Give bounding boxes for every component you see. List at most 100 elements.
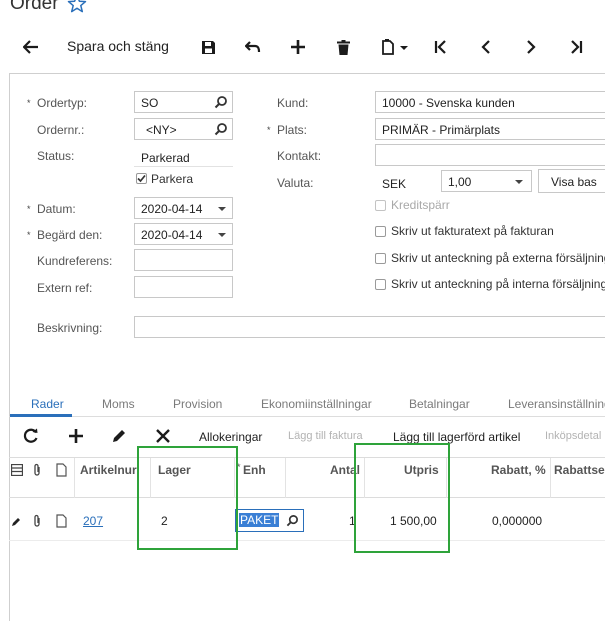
rabatt-cell[interactable]: 0,000000 [492,514,542,528]
grid-col-divider [550,458,551,498]
enh-selected-text: PAKET [239,513,280,527]
tab-provision[interactable]: Provision [173,397,222,411]
allokeringar-button[interactable]: Allokeringar [199,430,262,444]
chevron-down-icon[interactable] [218,233,226,237]
kund-input[interactable]: 10000 - Svenska kunden [375,91,605,113]
save-button[interactable] [198,36,218,58]
note-icon[interactable] [56,514,67,528]
artikelnr-link[interactable]: 207 [83,514,103,528]
chevron-down-icon[interactable] [515,180,523,184]
currency-code: SEK [382,177,407,191]
beskrivning-label: Beskrivning: [37,321,103,335]
kreditspar-label: Kreditspärr [391,198,450,212]
row-status-icon [11,464,23,476]
first-page-icon [434,40,446,54]
save-close-button[interactable]: Spara och stäng [67,38,169,54]
edit-row-icon[interactable] [11,516,22,527]
kontakt-input[interactable] [375,144,605,166]
extern-anteckning-checkbox[interactable] [375,253,386,264]
lagg-till-lagerford-button[interactable]: Lägg till lagerförd artikel [393,430,520,444]
ordertyp-input[interactable]: SO [134,91,233,113]
tab-betalningar[interactable]: Betalningar [409,397,470,411]
begard-input[interactable]: 2020-04-14 [134,223,233,245]
fakturatext-label: Skriv ut fakturatext på fakturan [391,224,554,238]
column-header-rabattsel[interactable]: Rabattsel [554,463,605,477]
tab-leveransinstallningar[interactable]: Leveransinställning [508,397,605,411]
attachment-icon[interactable] [32,514,42,528]
floppy-icon [201,40,215,54]
previous-record-button[interactable] [476,36,496,58]
intern-anteckning-label: Skriv ut anteckning på interna försäljni… [391,277,605,291]
externref-input[interactable] [134,276,233,298]
fakturatext-checkbox[interactable] [375,226,386,237]
valuta-label: Valuta: [277,176,314,190]
begard-label: Begärd den: [37,228,103,242]
datum-input[interactable]: 2020-04-14 [134,197,233,219]
chevron-left-icon [481,40,490,54]
close-icon[interactable] [154,427,172,445]
search-icon[interactable] [214,95,228,109]
tab-ekonomiinstallningar[interactable]: Ekonomiinställningar [261,397,372,411]
next-record-button[interactable] [521,36,541,58]
column-header-artikelnr[interactable]: Artikelnur [80,463,137,477]
intern-anteckning-checkbox[interactable] [375,279,386,290]
clipboard-icon [382,39,408,55]
datum-label: Datum: [37,202,76,216]
copy-paste-button[interactable] [378,36,412,58]
refresh-icon[interactable] [22,427,40,445]
plats-input[interactable]: PRIMÄR - Primärplats [375,118,605,140]
kreditspar-checkbox[interactable] [375,200,386,211]
grid-col-divider [74,458,75,498]
star-icon[interactable] [67,0,87,14]
search-icon[interactable] [286,514,299,527]
column-header-rabatt[interactable]: Rabatt, % [491,463,546,477]
add-row-icon[interactable] [67,427,85,445]
undo-button[interactable] [243,36,263,58]
column-header-enh[interactable]: Enh [243,463,266,477]
inkopsdetaljer-button[interactable]: Inköpsdetal [545,430,601,442]
tabs-divider [9,416,605,417]
grid-top-border [9,457,605,458]
active-tab-indicator [10,414,72,417]
visa-bas-button[interactable]: Visa bas [538,169,605,193]
tab-rader[interactable]: Rader [31,397,64,411]
note-icon [56,463,67,477]
edit-icon[interactable] [110,427,128,445]
extern-anteckning-label: Skriv ut anteckning på externa försäljni… [391,251,605,265]
tab-moms[interactable]: Moms [102,397,135,411]
enh-input[interactable]: PAKET [235,509,304,532]
status-label: Status: [37,149,75,163]
kundreferens-label: Kundreferens: [37,254,113,268]
ordertyp-label: Ordertyp: [37,96,88,110]
lagg-till-faktura-button[interactable]: Lägg till faktura [288,430,363,442]
required-marker: * [27,98,31,108]
lager-highlight-box [137,446,238,550]
delete-button[interactable] [333,36,353,58]
kund-label: Kund: [277,96,309,110]
grid-header-border [9,497,605,498]
kundreferens-input[interactable] [134,249,233,271]
last-page-icon [571,40,583,54]
required-marker: * [27,204,31,214]
ordernr-input[interactable]: <NY> [134,118,233,140]
utpris-highlight-box [354,443,450,553]
status-underline [134,166,233,167]
required-marker: * [27,230,31,240]
last-record-button[interactable] [566,36,586,58]
attachment-icon [34,463,40,476]
first-record-button[interactable] [431,36,451,58]
parkera-checkbox[interactable] [136,173,147,184]
search-icon[interactable] [214,122,228,136]
plus-icon [291,40,305,54]
back-button[interactable] [20,36,42,58]
status-value: Parkerad [141,151,190,165]
externref-label: Extern ref: [37,281,93,295]
exchange-rate-input[interactable]: 1,00 [441,170,532,192]
chevron-down-icon[interactable] [218,207,226,211]
grid-col-divider [285,458,286,498]
arrow-left-icon [23,40,38,54]
checkmark-icon [137,174,146,183]
beskrivning-input[interactable] [134,316,605,338]
required-marker: * [267,125,271,135]
add-button[interactable] [288,36,308,58]
